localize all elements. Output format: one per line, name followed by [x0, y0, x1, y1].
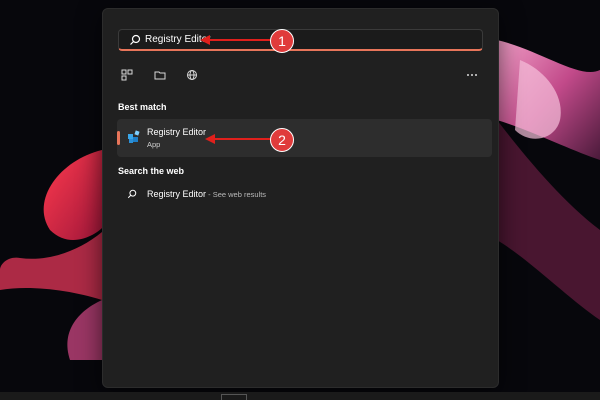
- folder-icon[interactable]: [153, 68, 167, 82]
- more-icon[interactable]: [465, 68, 479, 82]
- search-icon: [130, 34, 141, 45]
- globe-icon[interactable]: [185, 68, 199, 82]
- annotation-callout-2: 2: [270, 128, 294, 152]
- annotation-arrow-2: [205, 134, 271, 144]
- taskbar-item[interactable]: [221, 394, 247, 400]
- filter-row: [120, 68, 482, 82]
- search-box[interactable]: [118, 29, 483, 51]
- search-input[interactable]: [145, 30, 445, 49]
- web-result-text: Registry Editor - See web results: [147, 189, 266, 199]
- apps-icon[interactable]: [120, 68, 134, 82]
- best-match-item[interactable]: Registry Editor App: [117, 119, 492, 157]
- search-icon: [127, 189, 137, 199]
- best-match-heading: Best match: [118, 102, 167, 112]
- start-search-panel: Best match Registry Editor App Search th…: [102, 8, 499, 388]
- web-result-query: Registry Editor: [147, 189, 207, 199]
- web-result-suffix: - See web results: [206, 190, 267, 199]
- annotation-callout-1: 1: [270, 29, 294, 53]
- best-match-type: App: [147, 140, 161, 149]
- taskbar: [0, 392, 600, 400]
- search-web-heading: Search the web: [118, 166, 185, 176]
- annotation-arrow-1: [200, 35, 270, 45]
- best-match-name: Registry Editor: [147, 127, 207, 137]
- web-result-item[interactable]: Registry Editor - See web results: [117, 185, 492, 205]
- registry-editor-icon: [128, 130, 140, 143]
- selection-indicator: [117, 131, 120, 145]
